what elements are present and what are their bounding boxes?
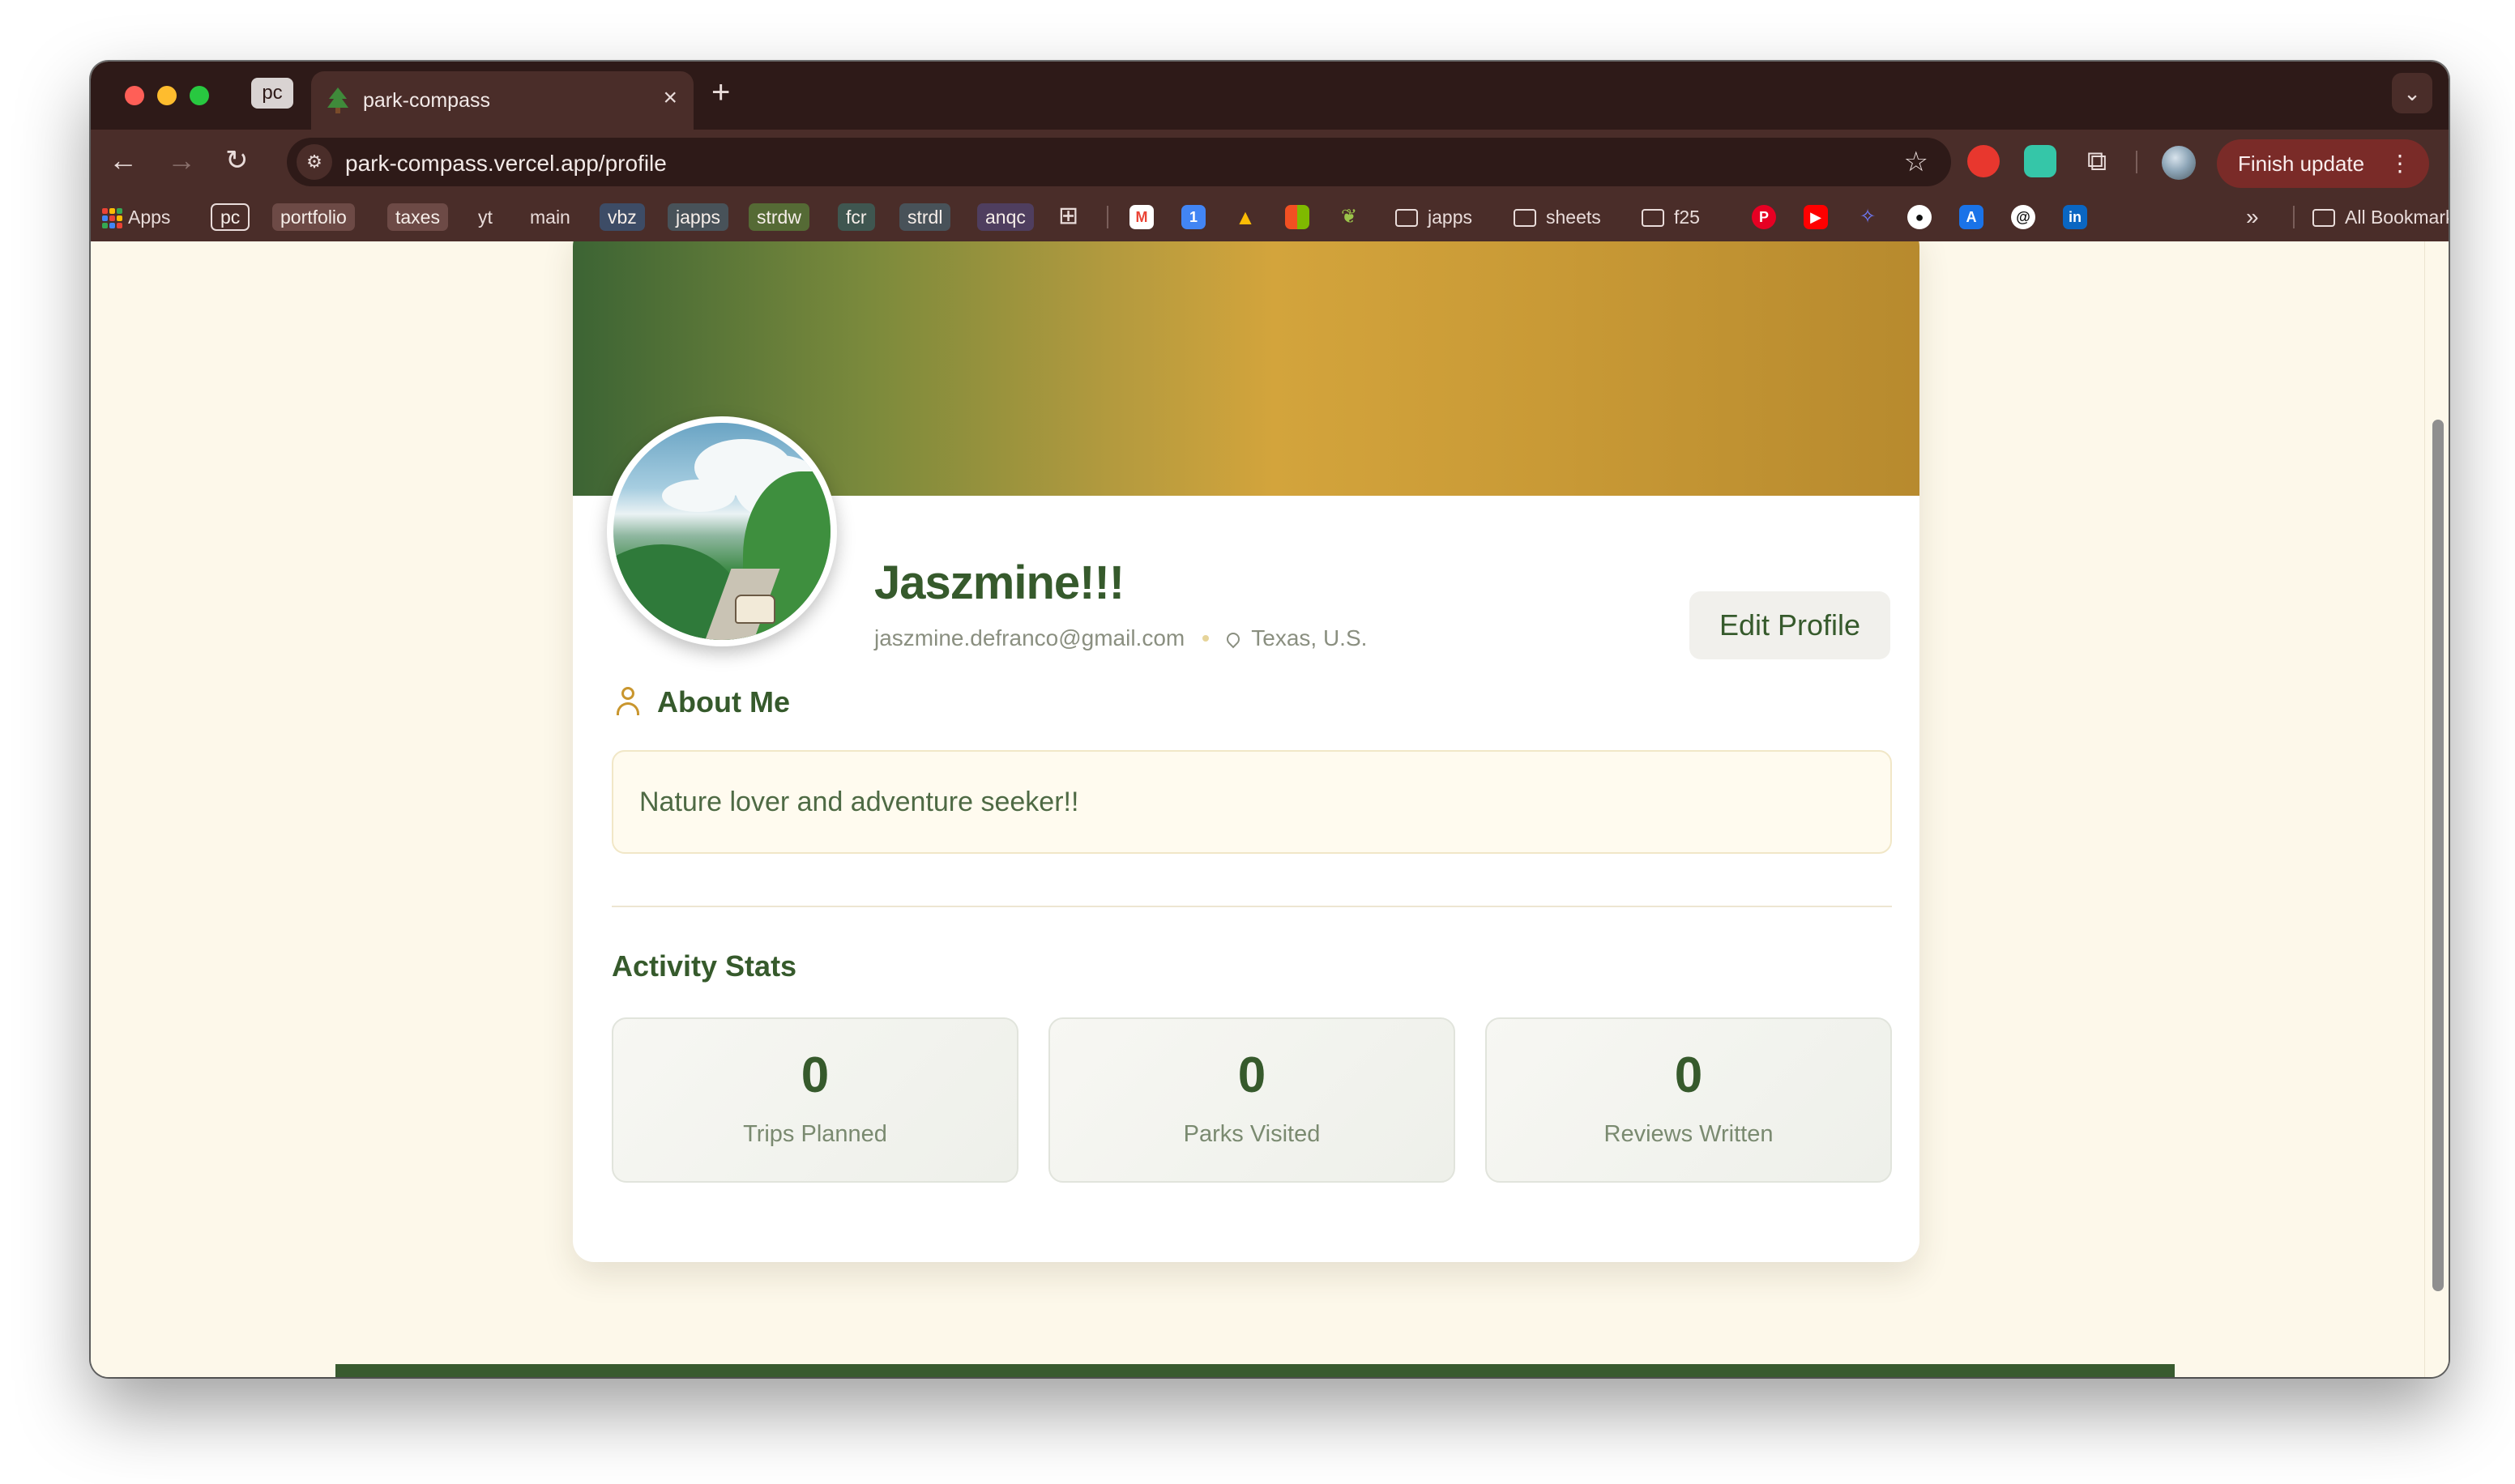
threads-icon[interactable]: @ bbox=[2011, 205, 2035, 229]
bookmark-star-icon[interactable]: ☆ bbox=[1904, 146, 1928, 178]
app-a-icon[interactable]: A bbox=[1959, 205, 1983, 229]
bookmarks-bar: Apps pc portfolio taxes yt main vbz japp… bbox=[91, 193, 2449, 241]
profile-card: Jaszmine!!! jaszmine.defranco@gmail.com T… bbox=[573, 241, 1919, 1262]
linkedin-icon[interactable]: in bbox=[2063, 205, 2087, 229]
youtube-icon[interactable]: ▶ bbox=[1804, 205, 1828, 229]
site-settings-icon[interactable]: ⚙ bbox=[297, 144, 332, 180]
profile-location: Texas, U.S. bbox=[1251, 625, 1368, 650]
bookmark-strdl[interactable]: strdl bbox=[899, 203, 951, 231]
bookmark-vbz[interactable]: vbz bbox=[600, 203, 645, 231]
profile-name: Jaszmine!!! bbox=[874, 556, 1125, 609]
van-illustration bbox=[735, 595, 775, 624]
close-tab-icon[interactable]: × bbox=[663, 84, 677, 112]
calendar-icon[interactable]: 1 bbox=[1181, 205, 1206, 229]
bookmark-yt[interactable]: yt bbox=[478, 203, 493, 231]
github-icon[interactable]: ● bbox=[1907, 205, 1932, 229]
drive-icon[interactable]: ▲ bbox=[1233, 205, 1258, 229]
folder-icon bbox=[1642, 209, 1664, 227]
bookmark-apps[interactable]: Apps bbox=[128, 203, 170, 231]
apps-grid-icon bbox=[102, 208, 122, 228]
location-pin-icon bbox=[1223, 629, 1243, 649]
browser-toolbar: ← → ↻ ⚙ park-compass.vercel.app/profile … bbox=[91, 130, 2449, 193]
bookmark-portfolio[interactable]: portfolio bbox=[272, 203, 355, 231]
profile-meta: jaszmine.defranco@gmail.com Texas, U.S. bbox=[874, 625, 1367, 651]
bookmark-taxes[interactable]: taxes bbox=[387, 203, 448, 231]
gmail-icon[interactable]: M bbox=[1129, 205, 1154, 229]
more-options-icon: ⋮ bbox=[2389, 151, 2411, 176]
reload-button[interactable]: ↻ bbox=[225, 143, 249, 178]
back-button[interactable]: ← bbox=[109, 143, 138, 178]
section-divider bbox=[612, 906, 1892, 907]
tab-search-button[interactable]: ⌄ bbox=[2392, 73, 2432, 113]
folder-icon bbox=[2312, 209, 2335, 227]
scrollbar-track[interactable] bbox=[2424, 241, 2449, 1377]
forward-button[interactable]: → bbox=[167, 143, 196, 178]
bookmark-main[interactable]: main bbox=[530, 203, 570, 231]
stat-value: 0 bbox=[801, 1047, 830, 1103]
extension-red-icon[interactable] bbox=[1967, 145, 2000, 177]
minimize-window-button[interactable] bbox=[157, 86, 177, 105]
profile-avatar bbox=[607, 416, 837, 646]
tab-title: park-compass bbox=[363, 89, 490, 112]
sprout-icon[interactable]: ❦ bbox=[1337, 205, 1361, 229]
bookmark-divider bbox=[1107, 206, 1108, 228]
stat-parks-visited: 0 Parks Visited bbox=[1048, 1017, 1455, 1183]
bookmark-fcr[interactable]: fcr bbox=[838, 203, 875, 231]
stat-label: Trips Planned bbox=[743, 1121, 887, 1147]
person-icon bbox=[615, 687, 641, 716]
all-bookmarks[interactable]: All Bookmarks bbox=[2312, 203, 2449, 231]
pinned-tab[interactable]: pc bbox=[251, 78, 293, 109]
microsoft-icon[interactable] bbox=[1285, 205, 1309, 229]
bookmark-folder-japps[interactable]: japps bbox=[1395, 203, 1472, 231]
bookmark-anqc[interactable]: anqc bbox=[977, 203, 1034, 231]
finish-update-label: Finish update bbox=[2238, 151, 2365, 176]
tab-bar: pc park-compass × + ⌄ bbox=[91, 62, 2449, 130]
maximize-window-button[interactable] bbox=[190, 86, 209, 105]
stat-value: 0 bbox=[1674, 1047, 1703, 1103]
bookmark-strdw[interactable]: strdw bbox=[749, 203, 809, 231]
toolbar-divider bbox=[2136, 151, 2137, 173]
about-me-title: About Me bbox=[657, 685, 790, 719]
pinterest-icon[interactable]: P bbox=[1752, 205, 1776, 229]
address-bar[interactable]: ⚙ park-compass.vercel.app/profile ☆ bbox=[287, 138, 1951, 186]
extensions-puzzle-icon[interactable]: ⧉ bbox=[2081, 145, 2113, 177]
tree-icon bbox=[327, 87, 348, 113]
browser-window: pc park-compass × + ⌄ ← → ↻ ⚙ park-compa… bbox=[91, 62, 2449, 1377]
bookmark-folder-f25[interactable]: f25 bbox=[1642, 203, 1700, 231]
extension-teal-icon[interactable] bbox=[2024, 145, 2056, 177]
tab-park-compass[interactable]: park-compass × bbox=[311, 71, 694, 130]
meta-separator bbox=[1202, 635, 1210, 642]
finish-update-button[interactable]: Finish update ⋮ bbox=[2217, 139, 2429, 188]
app-icon[interactable]: ✧ bbox=[1855, 205, 1880, 229]
stat-trips-planned: 0 Trips Planned bbox=[612, 1017, 1018, 1183]
bookmark-divider bbox=[2293, 206, 2295, 228]
edit-profile-button[interactable]: Edit Profile bbox=[1689, 591, 1890, 659]
stat-label: Parks Visited bbox=[1183, 1121, 1321, 1147]
bookmarks-overflow-icon[interactable]: » bbox=[2246, 203, 2259, 231]
stat-label: Reviews Written bbox=[1603, 1121, 1774, 1147]
profile-email: jaszmine.defranco@gmail.com bbox=[874, 625, 1185, 650]
about-me-text: Nature lover and adventure seeker!! bbox=[612, 750, 1892, 854]
bookmark-japps[interactable]: japps bbox=[668, 203, 728, 231]
page-viewport: Jaszmine!!! jaszmine.defranco@gmail.com T… bbox=[91, 241, 2449, 1377]
scrollbar-thumb[interactable] bbox=[2432, 420, 2444, 1291]
bookmark-folder-sheets[interactable]: sheets bbox=[1514, 203, 1601, 231]
stat-reviews-written: 0 Reviews Written bbox=[1485, 1017, 1892, 1183]
close-window-button[interactable] bbox=[125, 86, 144, 105]
avatar-photo bbox=[613, 423, 831, 640]
new-tab-button[interactable]: + bbox=[711, 75, 730, 111]
site-footer bbox=[335, 1364, 2175, 1377]
tab-groups-icon[interactable]: ⊞ bbox=[1058, 203, 1078, 230]
folder-icon bbox=[1514, 209, 1536, 227]
url-text[interactable]: park-compass.vercel.app/profile bbox=[345, 151, 667, 177]
browser-profile-avatar[interactable] bbox=[2162, 146, 2196, 180]
bookmark-pc[interactable]: pc bbox=[211, 203, 250, 231]
folder-icon bbox=[1395, 209, 1418, 227]
activity-stats-title: Activity Stats bbox=[612, 949, 797, 983]
stat-value: 0 bbox=[1237, 1047, 1266, 1103]
